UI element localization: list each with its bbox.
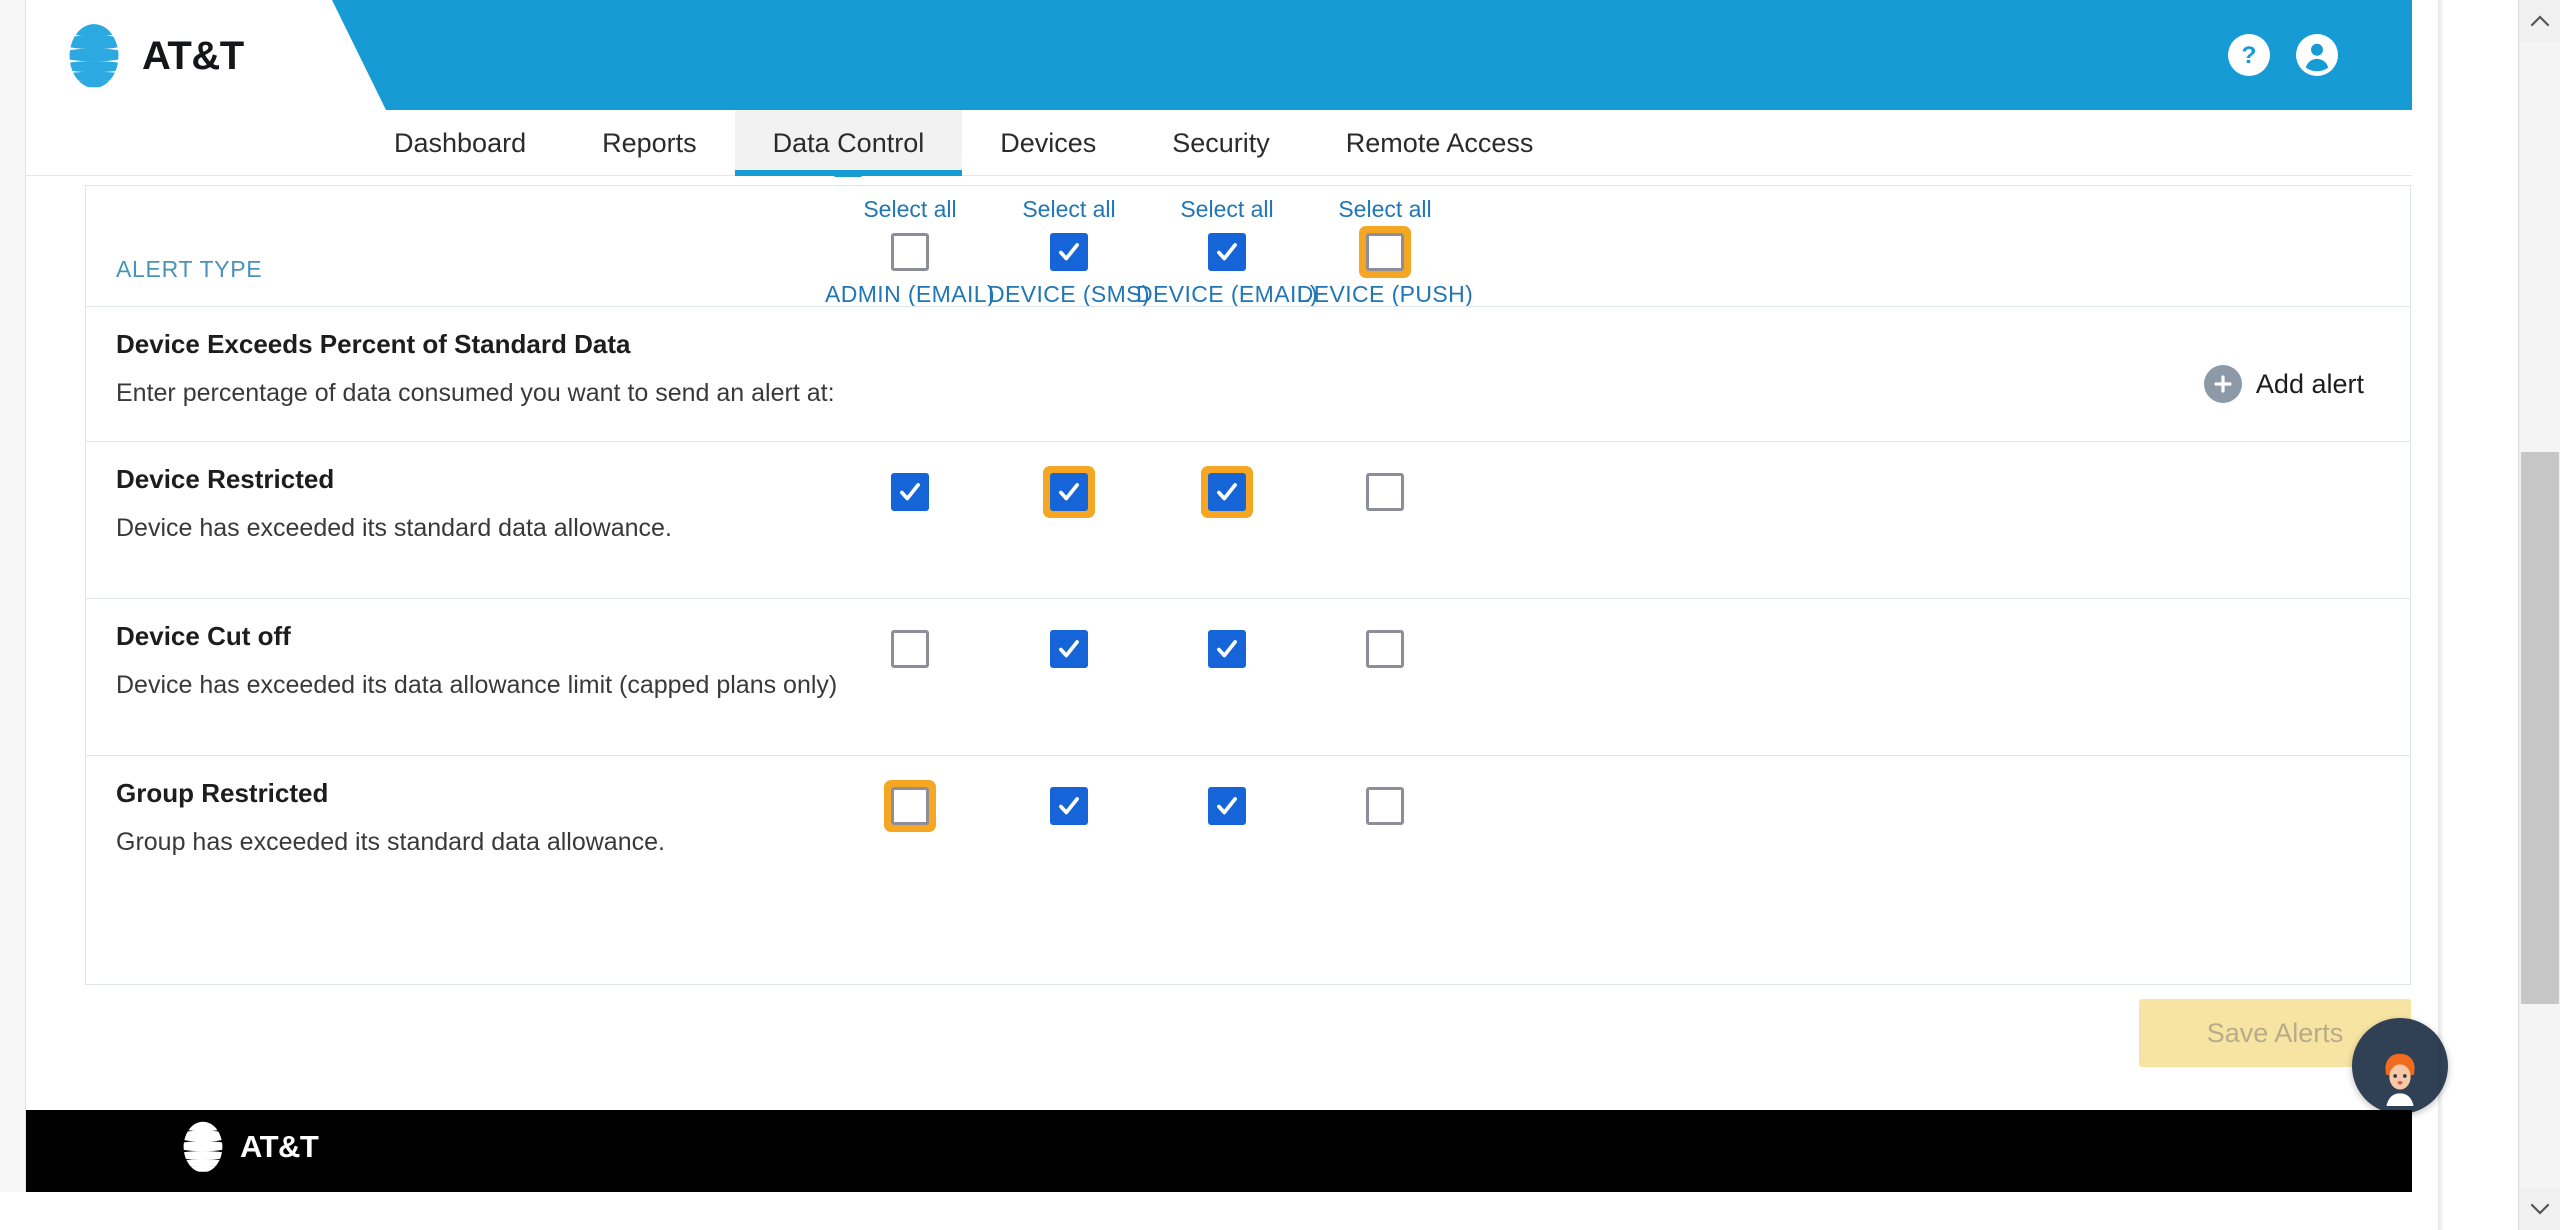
brand-logo[interactable]: AT&T	[60, 22, 244, 90]
alert-row-title: Device Restricted	[116, 464, 335, 494]
checkbox-group-restricted-device-push-box[interactable]	[1366, 787, 1404, 825]
cell-group-restricted-device-push	[1285, 756, 1485, 912]
app-header: AT&T ?	[26, 0, 2412, 110]
scrollbar-track-up[interactable]	[2519, 42, 2560, 452]
att-globe-icon	[60, 22, 128, 90]
alert-row-title: Device Cut off	[116, 621, 291, 651]
checkbox-group-restricted-admin-email-box[interactable]	[891, 787, 929, 825]
alert-row-device-restricted: Device Restricted Device has exceeded its…	[86, 441, 2410, 598]
nav-item-data-control[interactable]: Data Control	[734, 110, 963, 190]
checkbox-device-restricted-device-email-box[interactable]	[1208, 473, 1246, 511]
alert-row-group-restricted: Group Restricted Group has exceeded its s…	[86, 755, 2410, 912]
browser-left-edge	[0, 0, 26, 1230]
vertical-scrollbar[interactable]	[2518, 0, 2560, 1230]
alert-row-title: Device Exceeds Percent of Standard Data	[116, 329, 631, 359]
checkbox-device-cut-off-device-sms[interactable]	[1043, 623, 1095, 675]
nav-items: Dashboard Reports Data Control Devices Secur…	[356, 110, 1572, 190]
scrollbar-thumb[interactable]	[2521, 452, 2559, 1004]
checkbox-group-restricted-device-sms[interactable]	[1043, 780, 1095, 832]
column-header-device-push: Select all DEVICE (PUSH)	[1285, 186, 1485, 308]
checkbox-device-restricted-admin-email[interactable]	[884, 466, 936, 518]
checkbox-group-restricted-device-push[interactable]	[1359, 780, 1411, 832]
alert-type-header: ALERT TYPE	[116, 256, 263, 282]
nav-item-security[interactable]: Security	[1134, 110, 1308, 176]
page-footer: AT&T	[26, 1110, 2412, 1192]
alerts-table-card: ALERT TYPE Select all ADMIN (EMAIL) Select…	[85, 185, 2411, 985]
checkbox-device-cut-off-admin-email-box[interactable]	[891, 630, 929, 668]
checkbox-device-cut-off-device-push-box[interactable]	[1366, 630, 1404, 668]
select-all-checkbox-device-sms-box[interactable]	[1050, 233, 1088, 271]
select-all-checkbox-device-push-highlighted[interactable]	[1359, 226, 1411, 278]
checkbox-device-restricted-admin-email-box[interactable]	[891, 473, 929, 511]
select-all-checkbox-device-email[interactable]	[1201, 226, 1253, 278]
support-chat-button[interactable]	[2352, 1018, 2448, 1114]
checkbox-group-restricted-device-email[interactable]	[1201, 780, 1253, 832]
table-header-row: ALERT TYPE Select all ADMIN (EMAIL) Select…	[86, 186, 2410, 308]
user-account-icon[interactable]	[2296, 34, 2338, 76]
checkbox-group-restricted-device-email-box[interactable]	[1208, 787, 1246, 825]
page-right-shadow	[2438, 0, 2444, 1230]
help-circle-icon[interactable]: ?	[2228, 34, 2270, 76]
footer-brand-name: AT&T	[240, 1129, 319, 1164]
checkbox-device-cut-off-device-email[interactable]	[1201, 623, 1253, 675]
scrollbar-track-down[interactable]	[2519, 1004, 2560, 1188]
checkbox-device-restricted-device-push[interactable]	[1359, 466, 1411, 518]
select-all-checkbox-device-sms[interactable]	[1043, 226, 1095, 278]
alert-row-description: Device has exceeded its data allowance l…	[116, 671, 838, 699]
column-name: DEVICE (PUSH)	[1296, 281, 1474, 307]
checkbox-device-cut-off-admin-email[interactable]	[884, 623, 936, 675]
select-all-checkbox-device-push-box[interactable]	[1366, 233, 1404, 271]
select-all-checkbox-admin-email[interactable]	[884, 226, 936, 278]
nav-item-label: Data Control	[772, 127, 925, 158]
alert-row-description: Group has exceeded its standard data all…	[116, 828, 665, 856]
save-actions: Save Alerts	[85, 999, 2411, 1069]
alert-row-description: Device has exceeded its standard data al…	[116, 514, 672, 542]
nav-item-dashboard[interactable]: Dashboard	[356, 110, 564, 176]
checkbox-device-cut-off-device-sms-box[interactable]	[1050, 630, 1088, 668]
checkbox-device-restricted-device-sms-highlighted[interactable]	[1043, 466, 1095, 518]
cell-device-restricted-device-push	[1285, 442, 1485, 598]
main-navigation: Dashboard Reports Data Control Devices Secur…	[26, 110, 2412, 190]
chevron-down-icon[interactable]	[2519, 1188, 2560, 1230]
support-agent-avatar-icon	[2369, 1044, 2431, 1114]
header-actions: ?	[2228, 34, 2338, 76]
att-globe-icon	[176, 1120, 230, 1174]
nav-item-label: Devices	[1000, 127, 1097, 158]
checkbox-group-restricted-device-sms-box[interactable]	[1050, 787, 1088, 825]
checkbox-device-restricted-device-push-box[interactable]	[1366, 473, 1404, 511]
cell-device-cut-off-device-push	[1285, 599, 1485, 755]
select-all-checkbox-device-email-box[interactable]	[1208, 233, 1246, 271]
plus-circle-icon	[2203, 365, 2242, 403]
nav-item-label: Security	[1172, 127, 1270, 158]
browser-viewport: AT&T ? Dashboard Reports Data Control Devic…	[0, 0, 2560, 1230]
checkbox-device-cut-off-device-push[interactable]	[1359, 623, 1411, 675]
chevron-up-icon[interactable]	[2519, 0, 2560, 42]
nav-item-devices[interactable]: Devices	[962, 110, 1134, 176]
nav-item-label: Reports	[602, 127, 697, 158]
checkbox-device-cut-off-device-email-box[interactable]	[1208, 630, 1246, 668]
add-alert-label: Add alert	[2255, 368, 2364, 399]
svg-text:?: ?	[2242, 42, 2257, 69]
checkbox-device-restricted-device-email-highlighted[interactable]	[1201, 466, 1253, 518]
alert-row-title: Group Restricted	[116, 778, 329, 808]
nav-item-reports[interactable]: Reports	[564, 110, 735, 176]
alert-row-device-cut-off: Device Cut off Device has exceeded its da…	[86, 598, 2410, 755]
alert-row-device-exceeds-percent-of-standard-data: Device Exceeds Percent of Standard Data E…	[86, 306, 2410, 441]
footer-brand-logo: AT&T	[176, 1120, 319, 1174]
checkbox-group-restricted-admin-email-highlighted[interactable]	[884, 780, 936, 832]
nav-item-label: Dashboard	[394, 127, 527, 158]
checkbox-device-restricted-device-sms-box[interactable]	[1050, 473, 1088, 511]
page-body: ALERT TYPE Select all ADMIN (EMAIL) Select…	[26, 177, 2412, 1110]
nav-item-remote-access[interactable]: Remote Access	[1308, 110, 1572, 176]
select-all-label[interactable]: Select all	[1285, 196, 1485, 223]
select-all-checkbox-admin-email-box[interactable]	[891, 233, 929, 271]
alert-row-description: Enter percentage of data consumed you wa…	[116, 379, 835, 407]
nav-item-label: Remote Access	[1345, 127, 1534, 158]
add-alert-button[interactable]: Add alert	[2203, 365, 2364, 403]
bottom-fill	[0, 1192, 2518, 1230]
alert-rows: Device Exceeds Percent of Standard Data E…	[86, 306, 2410, 912]
brand-name: AT&T	[142, 33, 244, 78]
